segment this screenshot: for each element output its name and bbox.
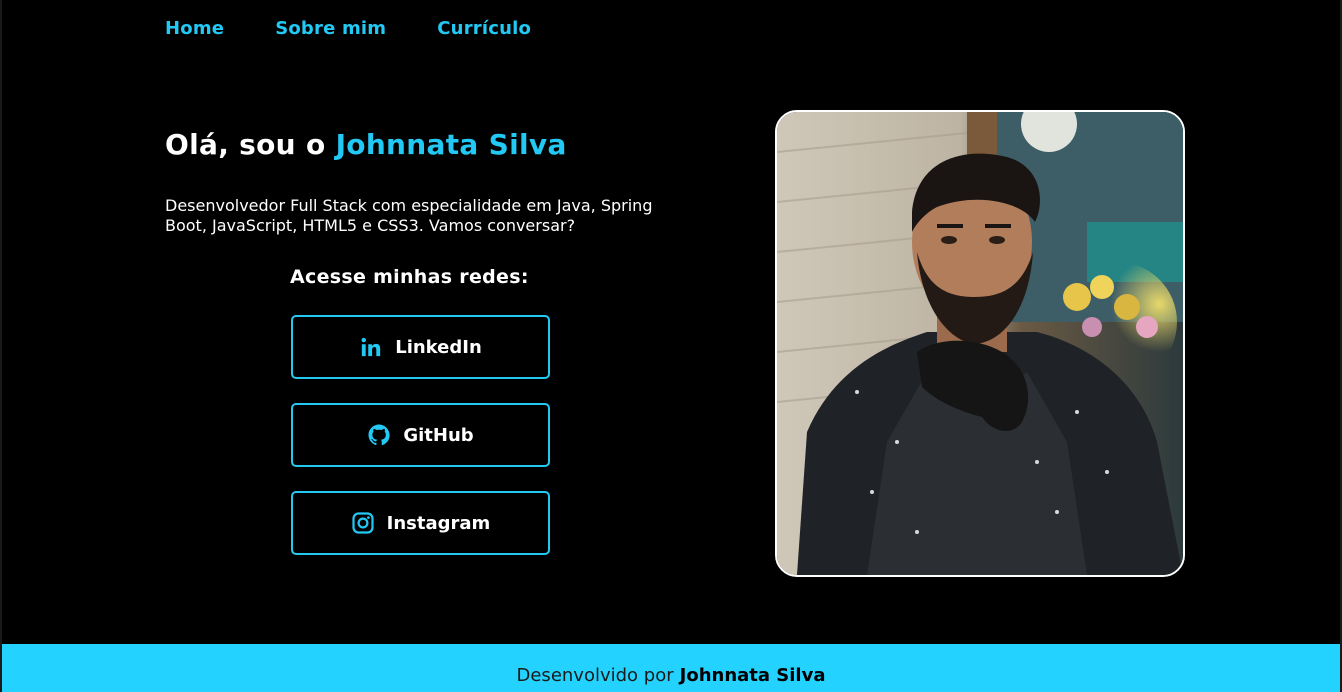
nav-about-link[interactable]: Sobre mim: [275, 18, 386, 39]
profile-photo: [775, 110, 1185, 577]
nav-resume-link[interactable]: Currículo: [437, 18, 531, 39]
hero-greeting: Olá, sou o: [165, 128, 326, 161]
github-icon: [367, 423, 391, 447]
instagram-icon: [351, 511, 375, 535]
social-heading: Acesse minhas redes:: [290, 266, 529, 288]
footer-author-name: Johnnata Silva: [679, 664, 826, 686]
nav-home-link[interactable]: Home: [165, 18, 224, 39]
linkedin-icon: [359, 335, 383, 359]
instagram-label: Instagram: [386, 512, 491, 534]
github-button[interactable]: GitHub: [291, 403, 550, 467]
github-label: GitHub: [403, 424, 474, 446]
footer: Desenvolvido por Johnnata Silva: [2, 644, 1340, 692]
hero-name: Johnnata Silva: [335, 128, 567, 161]
instagram-button[interactable]: Instagram: [291, 491, 550, 555]
hero-description: Desenvolvedor Full Stack com especialida…: [165, 196, 653, 235]
linkedin-label: LinkedIn: [395, 336, 482, 358]
footer-prefix: Desenvolvido por: [516, 664, 674, 686]
linkedin-button[interactable]: LinkedIn: [291, 315, 550, 379]
page: Home Sobre mim Currículo Olá, sou o John…: [0, 0, 1342, 692]
top-nav: Home Sobre mim Currículo: [165, 18, 531, 39]
profile-photo-illustration: [777, 112, 1183, 575]
hero-title: Olá, sou o Johnnata Silva: [165, 128, 567, 161]
